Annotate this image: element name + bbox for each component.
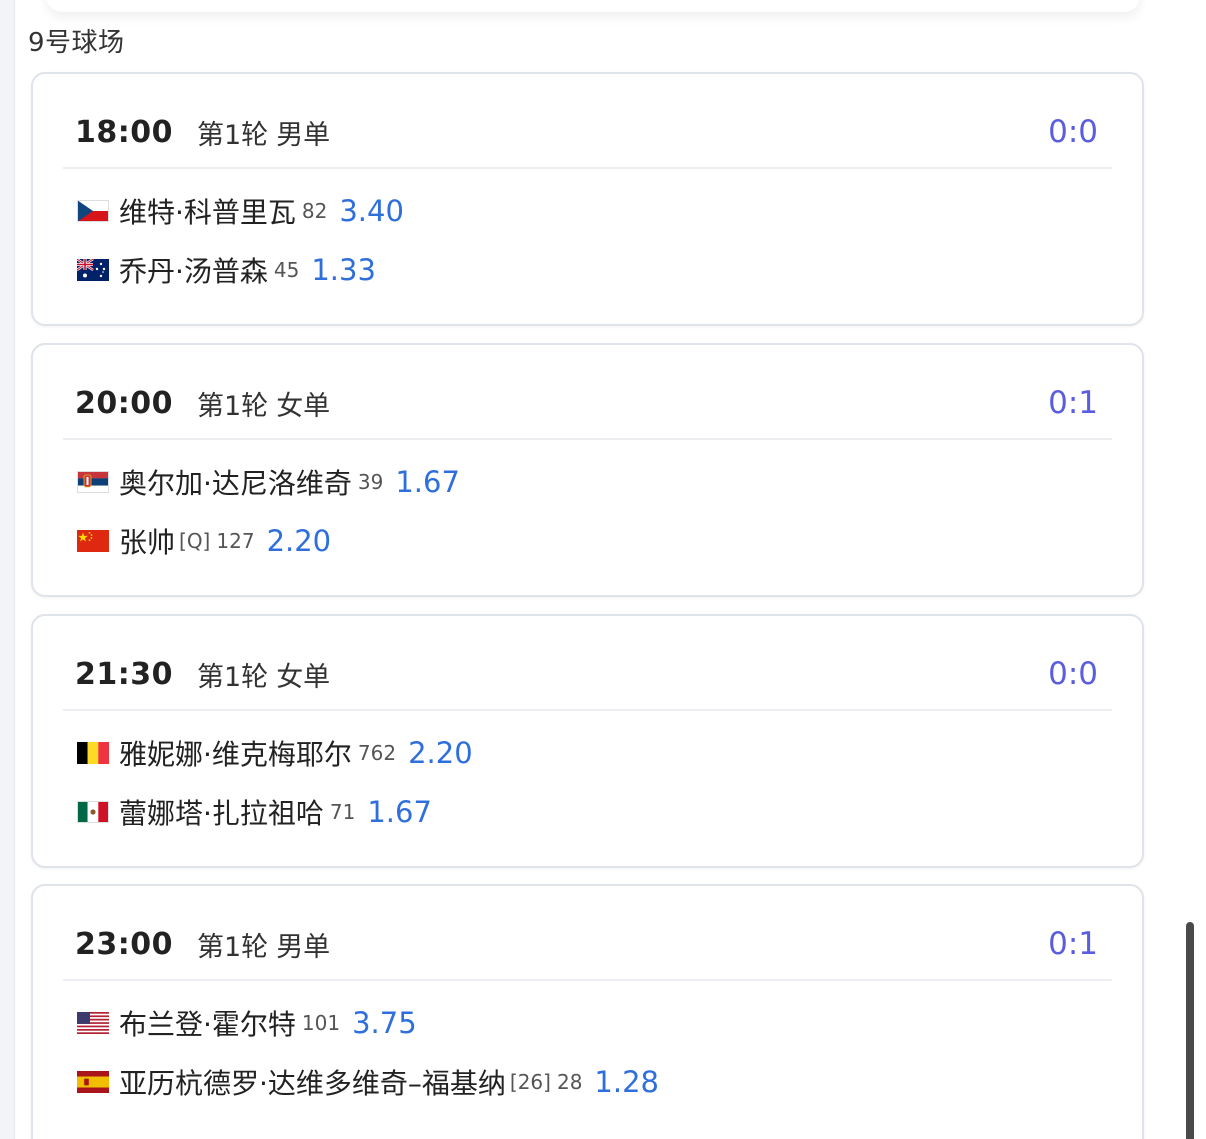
- player-row[interactable]: 乔丹·汤普森 45 1.33: [77, 250, 376, 290]
- match-header: 18:00 第1轮 男单 0:0: [75, 110, 1098, 154]
- match-card[interactable]: 18:00 第1轮 男单 0:0 维特·科普里瓦 82 3.40 乔丹·汤普森 …: [31, 72, 1144, 326]
- serbia-flag-icon: [77, 471, 109, 493]
- player-rank: 45: [273, 258, 300, 282]
- player-odds[interactable]: 2.20: [408, 736, 473, 770]
- match-event: 女单: [276, 390, 331, 422]
- player-name: 布兰登·霍尔特: [119, 1008, 296, 1041]
- court-title: 9号球场: [28, 28, 125, 58]
- match-event: 女单: [276, 661, 331, 693]
- match-event: 男单: [276, 931, 331, 963]
- player-rank: 39: [357, 470, 384, 494]
- match-round: 第1轮: [197, 119, 269, 151]
- player-row[interactable]: 亚历杭德罗·达维多维奇–福基纳 [26] 28 1.28: [77, 1062, 659, 1102]
- player-row[interactable]: 张帅 [Q] 127 2.20: [77, 521, 331, 561]
- player-rank: 127: [216, 529, 255, 553]
- player-name: 雅妮娜·维克梅耶尔: [119, 738, 352, 771]
- match-score: 0:1: [1048, 926, 1098, 962]
- match-time: 21:30: [75, 656, 173, 692]
- player-name: 维特·科普里瓦: [119, 196, 296, 229]
- player-odds[interactable]: 3.40: [339, 194, 404, 228]
- player-row[interactable]: 奥尔加·达尼洛维奇 39 1.67: [77, 462, 460, 502]
- mexico-flag-icon: [77, 801, 109, 823]
- player-name: 奥尔加·达尼洛维奇: [119, 467, 352, 500]
- player-rank: 82: [301, 199, 328, 223]
- match-round: 第1轮: [197, 390, 269, 422]
- match-card[interactable]: 23:00 第1轮 男单 0:1 布兰登·霍尔特 101 3.75 亚历杭德罗·…: [31, 884, 1144, 1139]
- player-odds[interactable]: 1.33: [311, 253, 376, 287]
- player-row[interactable]: 雅妮娜·维克梅耶尔 762 2.20: [77, 733, 473, 773]
- divider: [63, 438, 1112, 440]
- player-rank: 101: [301, 1011, 341, 1035]
- match-round: 第1轮: [197, 931, 269, 963]
- player-rank: 71: [329, 800, 356, 824]
- australia-flag-icon: [77, 259, 109, 281]
- belgium-flag-icon: [77, 742, 109, 764]
- player-odds[interactable]: 2.20: [267, 524, 332, 558]
- match-time: 18:00: [75, 114, 173, 150]
- player-seed: [26]: [509, 1070, 551, 1094]
- previous-card-edge: [46, 0, 1140, 12]
- match-round: 第1轮: [197, 661, 269, 693]
- player-seed: [Q]: [179, 529, 211, 553]
- page: 9号球场 18:00 第1轮 男单 0:0 维特·科普里瓦 82 3.40 乔丹…: [0, 0, 1206, 1139]
- match-header: 21:30 第1轮 女单 0:0: [75, 652, 1098, 696]
- divider: [63, 979, 1112, 981]
- divider: [63, 709, 1112, 711]
- czech-flag-icon: [77, 200, 109, 222]
- match-time: 20:00: [75, 385, 173, 421]
- match-header: 20:00 第1轮 女单 0:1: [75, 381, 1098, 425]
- player-row[interactable]: 蕾娜塔·扎拉祖哈 71 1.67: [77, 792, 432, 832]
- match-score: 0:0: [1048, 114, 1098, 150]
- china-flag-icon: [77, 530, 109, 552]
- match-card[interactable]: 21:30 第1轮 女单 0:0 雅妮娜·维克梅耶尔 762 2.20 蕾娜塔·…: [31, 614, 1144, 868]
- spain-flag-icon: [77, 1071, 109, 1093]
- left-gutter: [0, 0, 14, 1139]
- player-odds[interactable]: 1.28: [594, 1065, 659, 1099]
- player-name: 张帅: [119, 526, 176, 559]
- player-odds[interactable]: 3.75: [352, 1006, 417, 1040]
- usa-flag-icon: [77, 1012, 109, 1034]
- player-row[interactable]: 布兰登·霍尔特 101 3.75: [77, 1003, 417, 1043]
- match-time: 23:00: [75, 926, 173, 962]
- player-name: 蕾娜塔·扎拉祖哈: [119, 797, 324, 830]
- match-card[interactable]: 20:00 第1轮 女单 0:1 奥尔加·达尼洛维奇 39 1.67 张帅 [Q…: [31, 343, 1144, 597]
- match-header: 23:00 第1轮 男单 0:1: [75, 922, 1098, 966]
- match-event: 男单: [276, 119, 331, 151]
- player-row[interactable]: 维特·科普里瓦 82 3.40: [77, 191, 404, 231]
- player-odds[interactable]: 1.67: [367, 795, 432, 829]
- player-name: 乔丹·汤普森: [119, 255, 268, 288]
- match-score: 0:1: [1048, 385, 1098, 421]
- divider: [63, 167, 1112, 169]
- player-name: 亚历杭德罗·达维多维奇–福基纳: [119, 1067, 506, 1100]
- player-rank: 28: [556, 1070, 583, 1094]
- match-score: 0:0: [1048, 656, 1098, 692]
- scrollbar-thumb[interactable]: [1186, 922, 1194, 1139]
- player-odds[interactable]: 1.67: [395, 465, 460, 499]
- player-rank: 762: [357, 741, 397, 765]
- scroll-track: [1164, 0, 1206, 1139]
